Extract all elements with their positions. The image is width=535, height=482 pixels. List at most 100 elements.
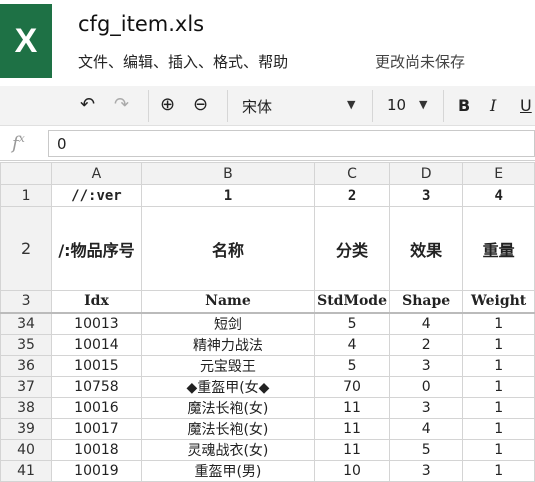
cell[interactable]: 魔法长袍(女): [140, 417, 316, 440]
table-row: 2 /:物品序号 名称 分类 效果 重量: [0, 206, 535, 291]
spreadsheet-grid: A B C D E 1 //:ver 1 2 3 4 2 /:物品序号 名称 分…: [0, 162, 535, 482]
cell[interactable]: 11: [314, 438, 390, 461]
font-size-select[interactable]: 10: [387, 96, 406, 114]
cell[interactable]: 名称: [140, 206, 316, 291]
cell[interactable]: 重盔甲(男): [140, 459, 316, 482]
cell[interactable]: 10017: [51, 417, 142, 440]
cell[interactable]: 4: [388, 417, 464, 440]
select-all-corner[interactable]: [0, 162, 53, 185]
row-header[interactable]: 38: [0, 396, 53, 419]
underline-button[interactable]: U: [520, 96, 532, 115]
cell[interactable]: 11: [314, 396, 390, 419]
zoom-in-icon[interactable]: ⊕: [160, 94, 175, 115]
row-header[interactable]: 2: [0, 206, 53, 291]
table-row: 34 10013 短剑 5 4 1: [0, 312, 535, 335]
table-row: 1 //:ver 1 2 3 4: [0, 184, 535, 207]
cell[interactable]: /:物品序号: [51, 206, 142, 291]
table-row: 41 10019 重盔甲(男) 10 3 1: [0, 459, 535, 482]
column-header[interactable]: C: [314, 162, 390, 185]
cell[interactable]: 70: [314, 375, 390, 398]
size-dropdown-icon[interactable]: ▼: [419, 98, 427, 111]
cell[interactable]: 4: [462, 184, 535, 207]
menu-format[interactable]: 格式、: [213, 51, 258, 72]
cell[interactable]: StdMode: [314, 290, 390, 314]
cell[interactable]: Name: [140, 290, 316, 314]
table-row: 39 10017 魔法长袍(女) 11 4 1: [0, 417, 535, 440]
cell[interactable]: Weight: [462, 290, 535, 314]
cell[interactable]: 3: [388, 184, 464, 207]
cell[interactable]: 重量: [462, 206, 535, 291]
row-header[interactable]: 35: [0, 333, 53, 356]
font-dropdown-icon[interactable]: ▼: [347, 98, 355, 111]
cell[interactable]: 3: [388, 354, 464, 377]
cell[interactable]: 5: [314, 354, 390, 377]
cell[interactable]: 1: [462, 333, 535, 356]
cell[interactable]: 4: [388, 312, 464, 335]
redo-icon[interactable]: ↷: [114, 94, 129, 115]
column-header[interactable]: B: [140, 162, 316, 185]
italic-button[interactable]: I: [490, 96, 496, 115]
cell[interactable]: 10019: [51, 459, 142, 482]
cell[interactable]: 精神力战法: [140, 333, 316, 356]
cell[interactable]: 1: [462, 459, 535, 482]
cell[interactable]: //:ver: [51, 184, 142, 207]
row-header[interactable]: 40: [0, 438, 53, 461]
cell[interactable]: 4: [314, 333, 390, 356]
cell[interactable]: 2: [314, 184, 390, 207]
font-family-select[interactable]: 宋体: [242, 96, 272, 117]
column-header[interactable]: E: [462, 162, 535, 185]
cell[interactable]: 1: [462, 312, 535, 335]
cell[interactable]: 1: [462, 375, 535, 398]
row-header[interactable]: 1: [0, 184, 53, 207]
cell[interactable]: 10016: [51, 396, 142, 419]
cell[interactable]: 10013: [51, 312, 142, 335]
column-header[interactable]: D: [388, 162, 464, 185]
cell[interactable]: 10: [314, 459, 390, 482]
bold-button[interactable]: B: [458, 96, 470, 115]
menu-insert[interactable]: 插入、: [168, 51, 213, 72]
cell[interactable]: 魔法长袍(女): [140, 396, 316, 419]
row-header[interactable]: 41: [0, 459, 53, 482]
cell[interactable]: 1: [462, 438, 535, 461]
cell[interactable]: 1: [462, 396, 535, 419]
cell[interactable]: Idx: [51, 290, 142, 314]
cell[interactable]: 1: [140, 184, 316, 207]
cell[interactable]: 10014: [51, 333, 142, 356]
row-header[interactable]: 39: [0, 417, 53, 440]
cell[interactable]: 10015: [51, 354, 142, 377]
cell[interactable]: 1: [462, 417, 535, 440]
cell[interactable]: Shape: [388, 290, 464, 314]
row-header[interactable]: 34: [0, 312, 53, 335]
cell[interactable]: 11: [314, 417, 390, 440]
menu-file[interactable]: 文件、: [78, 51, 123, 72]
table-row: 37 10758 ◆重盔甲(女◆ 70 0 1: [0, 375, 535, 398]
cell[interactable]: 0: [388, 375, 464, 398]
formula-input[interactable]: 0: [48, 130, 535, 157]
cell[interactable]: 元宝毁王: [140, 354, 316, 377]
table-row: 38 10016 魔法长袍(女) 11 3 1: [0, 396, 535, 419]
menu-help[interactable]: 帮助: [258, 51, 288, 72]
formula-bar: fx 0: [0, 127, 535, 161]
file-name: cfg_item.xls: [78, 12, 205, 36]
menu-edit[interactable]: 编辑、: [123, 51, 168, 72]
cell[interactable]: 2: [388, 333, 464, 356]
cell[interactable]: 5: [388, 438, 464, 461]
row-header[interactable]: 36: [0, 354, 53, 377]
cell[interactable]: 效果: [388, 206, 464, 291]
zoom-out-icon[interactable]: ⊖: [193, 94, 208, 115]
cell[interactable]: 3: [388, 396, 464, 419]
cell[interactable]: 3: [388, 459, 464, 482]
cell[interactable]: 短剑: [140, 312, 316, 335]
cell[interactable]: 灵魂战衣(女): [140, 438, 316, 461]
cell[interactable]: ◆重盔甲(女◆: [140, 375, 316, 398]
cell[interactable]: 分类: [314, 206, 390, 291]
table-row: 3 Idx Name StdMode Shape Weight: [0, 290, 535, 314]
column-header[interactable]: A: [51, 162, 142, 185]
undo-icon[interactable]: ↶: [80, 94, 95, 115]
cell[interactable]: 5: [314, 312, 390, 335]
row-header[interactable]: 3: [0, 290, 53, 314]
cell[interactable]: 10018: [51, 438, 142, 461]
cell[interactable]: 10758: [51, 375, 142, 398]
row-header[interactable]: 37: [0, 375, 53, 398]
cell[interactable]: 1: [462, 354, 535, 377]
